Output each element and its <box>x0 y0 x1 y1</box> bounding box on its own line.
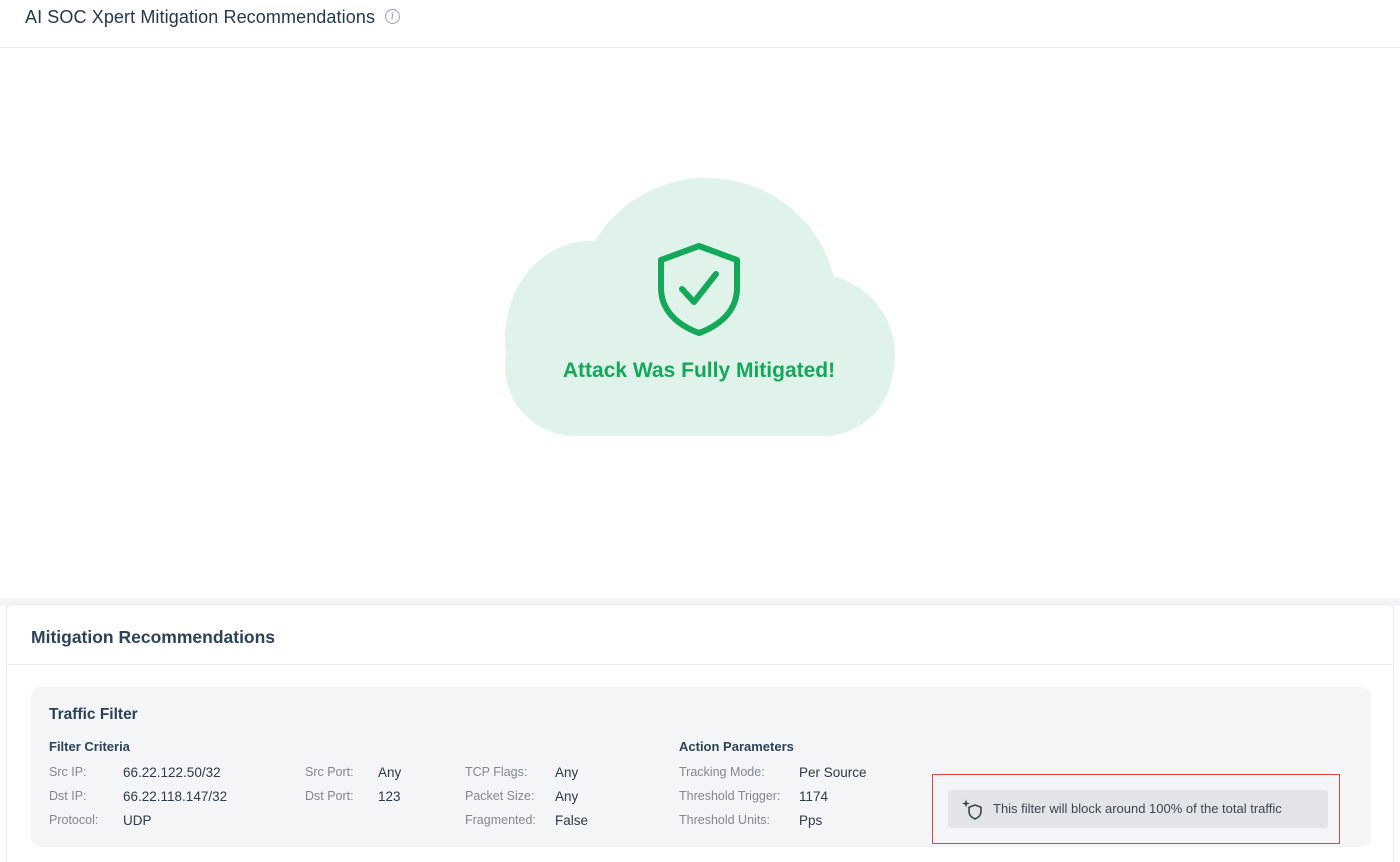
traffic-impact-highlight: This filter will block around 100% of th… <box>932 774 1340 844</box>
src-port-value: Any <box>378 765 402 780</box>
mitigation-status-panel: AI SOC Xpert Mitigation Recommendations … <box>0 0 1400 600</box>
dst-ip-value: 66.22.118.147/32 <box>123 789 228 804</box>
protocol-value: UDP <box>123 813 152 828</box>
src-port-label: Src Port: <box>305 765 354 779</box>
shield-check-icon <box>658 243 740 336</box>
src-ip-value: 66.22.122.50/32 <box>123 765 221 780</box>
threshold-trigger-value: 1174 <box>799 789 829 804</box>
mitigation-recommendations-panel: Mitigation Recommendations Traffic Filte… <box>6 604 1394 862</box>
tcp-flags-label: TCP Flags: <box>465 765 528 779</box>
fragmented-value: False <box>555 813 589 828</box>
dst-port-label: Dst Port: <box>305 789 354 803</box>
info-icon[interactable]: i <box>385 9 400 24</box>
src-ip-label: Src IP: <box>49 765 87 779</box>
filter-criteria-title: Filter Criteria <box>49 739 130 754</box>
page-title: AI SOC Xpert Mitigation Recommendations <box>25 7 376 27</box>
dst-ip-label: Dst IP: <box>49 789 87 803</box>
traffic-impact-note: This filter will block around 100% of th… <box>948 790 1328 828</box>
packet-size-value: Any <box>555 789 579 804</box>
threshold-units-label: Threshold Units: <box>679 813 771 827</box>
packet-size-label: Packet Size: <box>465 789 535 803</box>
tracking-mode-value: Per Source <box>799 765 867 780</box>
tracking-mode-label: Tracking Mode: <box>679 765 765 779</box>
traffic-filter-title: Traffic Filter <box>49 706 138 723</box>
dst-port-value: 123 <box>378 789 401 804</box>
recommendations-title: Mitigation Recommendations <box>31 627 276 647</box>
action-parameters-title: Action Parameters <box>679 739 794 754</box>
traffic-impact-text: This filter will block around 100% of th… <box>993 801 1282 816</box>
tcp-flags-value: Any <box>555 765 579 780</box>
mitigation-status-message: Attack Was Fully Mitigated! <box>562 359 836 382</box>
protocol-label: Protocol: <box>49 813 99 827</box>
threshold-units-value: Pps <box>799 813 823 828</box>
fragmented-label: Fragmented: <box>465 813 536 827</box>
threshold-trigger-label: Threshold Trigger: <box>679 789 781 803</box>
recommendations-header: Mitigation Recommendations <box>7 605 1393 665</box>
sparkle-shield-icon <box>962 799 982 820</box>
panel-header: AI SOC Xpert Mitigation Recommendations … <box>0 0 1400 48</box>
